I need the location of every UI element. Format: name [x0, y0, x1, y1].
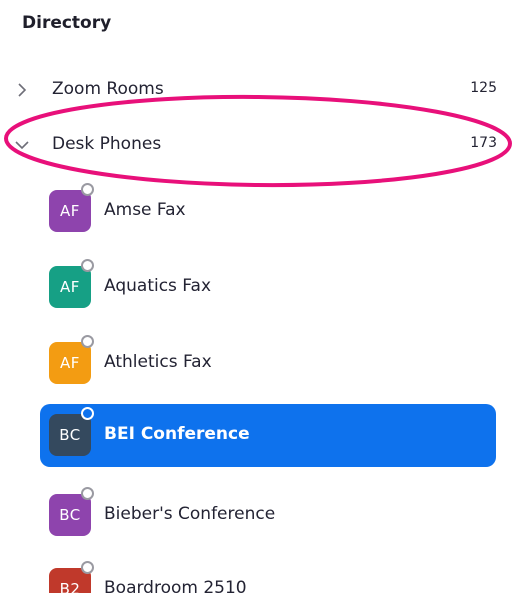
group-zoom-rooms[interactable]: Zoom Rooms 125 [0, 70, 518, 110]
avatar: AF [49, 190, 91, 232]
contact-name: Aquatics Fax [104, 276, 212, 296]
avatar: AF [49, 342, 91, 384]
group-label: Zoom Rooms [52, 79, 164, 99]
contact-name: Boardroom 2510 [104, 578, 247, 593]
group-desk-phones[interactable]: Desk Phones 173 [0, 125, 518, 165]
presence-status-icon [81, 561, 94, 574]
contact-name: BEI Conference [104, 424, 250, 444]
chevron-right-icon[interactable] [14, 82, 30, 98]
presence-status-icon [81, 259, 94, 272]
avatar: BC [49, 414, 91, 456]
contact-row-selected[interactable]: BC BEI Conference [40, 404, 496, 467]
contact-row[interactable]: AF Amse Fax [40, 180, 496, 243]
avatar: AF [49, 266, 91, 308]
contact-name: Amse Fax [104, 200, 186, 220]
group-count: 125 [470, 80, 497, 96]
contact-name: Athletics Fax [104, 352, 212, 372]
presence-status-icon [81, 183, 94, 196]
contact-row[interactable]: AF Athletics Fax [40, 332, 496, 395]
directory-title: Directory [22, 13, 112, 33]
presence-status-icon [81, 335, 94, 348]
avatar: BC [49, 494, 91, 536]
contact-name: Bieber's Conference [104, 504, 276, 524]
chevron-down-icon[interactable] [14, 137, 30, 153]
contact-row[interactable]: B2 Boardroom 2510 [40, 558, 496, 593]
group-label: Desk Phones [52, 134, 162, 154]
group-count: 173 [470, 135, 497, 151]
presence-status-icon [81, 487, 94, 500]
contact-row[interactable]: BC Bieber's Conference [40, 484, 496, 547]
contact-row[interactable]: AF Aquatics Fax [40, 256, 496, 319]
directory-panel: Directory Zoom Rooms 125 Desk Phones 173… [0, 0, 518, 593]
presence-status-icon [81, 407, 94, 420]
